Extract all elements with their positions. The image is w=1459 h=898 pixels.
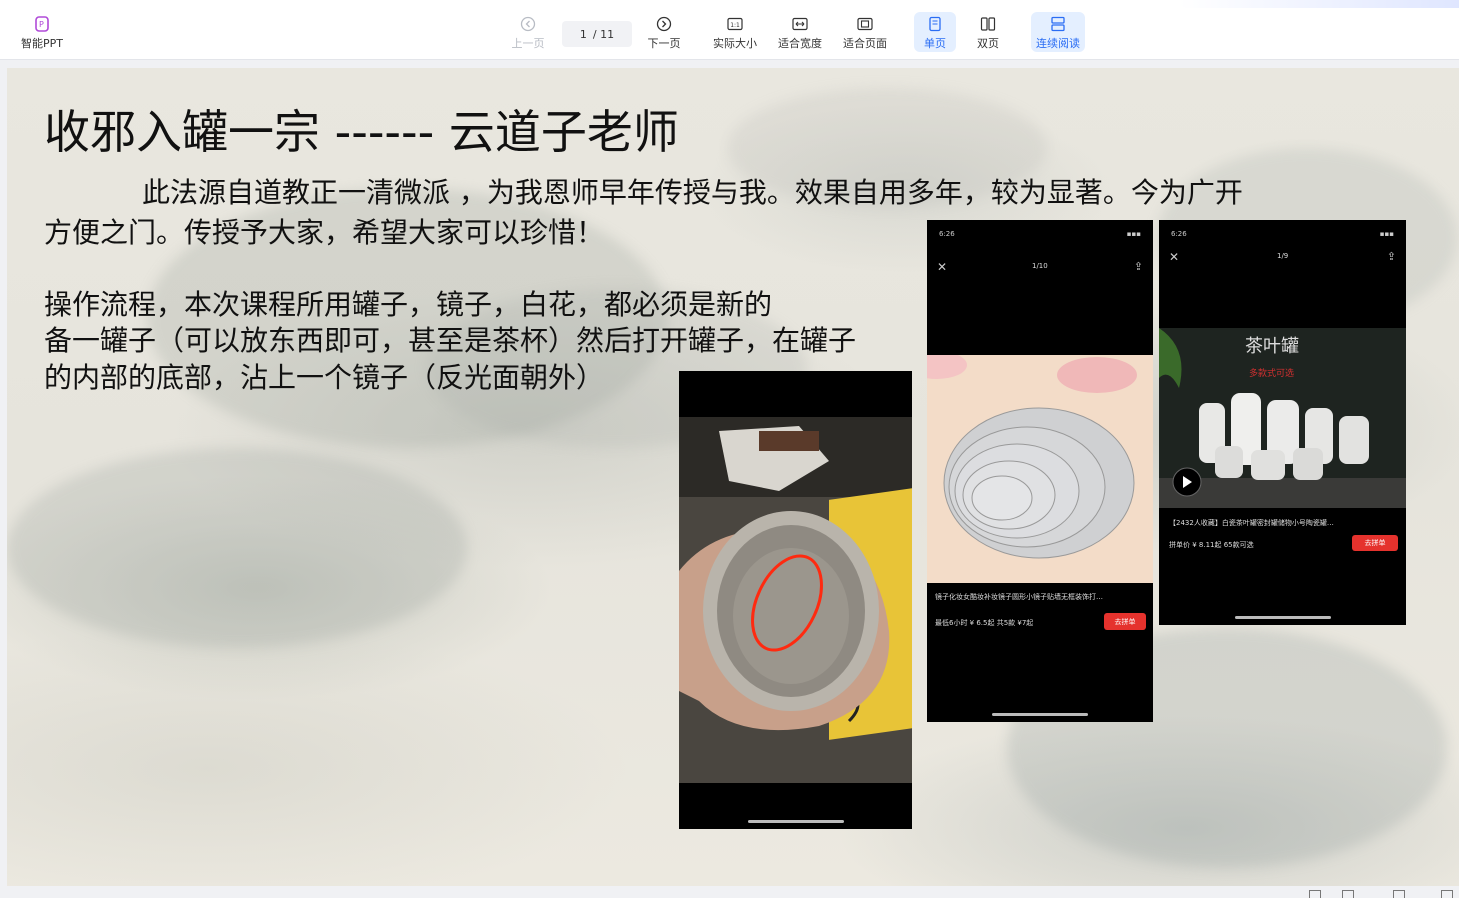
double-page-button[interactable]: 双页 — [967, 12, 1009, 52]
smart-ppt-icon: P — [35, 16, 49, 32]
double-page-label: 双页 — [977, 37, 999, 50]
phone-nav-bar — [992, 713, 1088, 716]
prev-page-button[interactable]: 上一页 — [508, 12, 548, 52]
image-counter: 1/9 — [1277, 252, 1289, 260]
grid-view-icon[interactable] — [1342, 890, 1354, 898]
single-page-button[interactable]: 单页 — [914, 12, 956, 52]
jar-banner-title: 茶叶罐 — [1245, 336, 1299, 357]
share-icon: ⇪ — [1133, 260, 1143, 273]
continuous-read-button[interactable]: 连续阅读 — [1031, 12, 1085, 52]
page-total: / 11 — [592, 27, 615, 41]
cup-photo-image — [679, 417, 912, 829]
phone-status-bar: 6:26 ▪▪▪ — [1159, 220, 1406, 248]
product-desc: 镜子化妆女酷妆补妆镜子圆形小镜子贴墙无框装饰打… — [935, 593, 1103, 601]
actual-size-label: 实际大小 — [713, 37, 757, 50]
jar-product-screenshot: 6:26 ▪▪▪ ✕ 1/9 ⇪ 茶叶罐 多款式可选 【2432人收藏】白瓷茶叶… — [1159, 220, 1406, 625]
layout-icon[interactable] — [1393, 890, 1405, 898]
next-page-label: 下一页 — [647, 37, 681, 50]
actual-size-icon-text: 1:1 — [730, 22, 740, 29]
chevron-left-circle-icon — [520, 16, 536, 32]
actual-size-icon: 1:1 — [727, 17, 743, 31]
continuous-read-label: 连续阅读 — [1036, 37, 1080, 50]
next-page-button[interactable]: 下一页 — [644, 12, 684, 52]
status-time: 6:26 — [939, 230, 955, 238]
single-page-icon — [929, 16, 941, 32]
product-price: 拼单价 ¥ 8.11起 65款可选 — [1169, 541, 1254, 549]
fit-page-button[interactable]: 适合页面 — [839, 12, 891, 52]
image-counter: 1/10 — [1032, 262, 1048, 270]
steps-text-line3: 的内部的底部，沾上一个镜子（反光面朝外） — [44, 361, 605, 394]
mirror-product-screenshot: 6:26 ▪▪▪ ✕ 1/10 ⇪ 镜子化妆女酷妆补妆镜子圆形小镜子贴墙无框装饰… — [927, 220, 1153, 722]
slide-page: 收邪入罐一宗 ------ 云道子老师 此法源自道教正一清微派 ，为我恩师早年传… — [7, 68, 1459, 886]
steps-text-line1: 操作流程，本次课程所用罐子，镜子，白花，都必须是新的 — [44, 288, 773, 321]
cup-photo — [679, 371, 912, 829]
single-page-label: 单页 — [924, 37, 946, 50]
svg-text:P: P — [39, 20, 44, 29]
page-indicator[interactable]: 1 / 11 — [562, 21, 632, 47]
page-current[interactable]: 1 — [580, 28, 587, 41]
intro-text-line1: 此法源自道教正一清微派 ，为我恩师早年传授与我。效果自用多年，较为显著。今为广开 — [142, 176, 1243, 209]
bottom-status-bar — [0, 886, 1459, 898]
fit-page-icon — [857, 17, 873, 31]
slide-title: 收邪入罐一宗 ------ 云道子老师 — [44, 105, 679, 159]
status-time: 6:26 — [1171, 230, 1187, 238]
background-mountain — [7, 448, 467, 648]
view-mode-icon[interactable] — [1309, 890, 1321, 898]
buy-button[interactable]: 去拼单 — [1352, 535, 1398, 551]
mirror-product-image — [927, 355, 1153, 583]
phone-nav-bar — [1234, 616, 1331, 619]
double-page-icon — [980, 17, 996, 31]
fullscreen-icon[interactable] — [1441, 890, 1453, 898]
buy-button[interactable]: 去拼单 — [1104, 613, 1146, 630]
product-desc: 【2432人收藏】白瓷茶叶罐密封罐储物小号陶瓷罐… — [1169, 519, 1334, 527]
prev-page-label: 上一页 — [511, 37, 545, 50]
close-icon: ✕ — [937, 260, 948, 274]
steps-text-line2: 备一罐子（可以放东西即可，甚至是茶杯）然后打开罐子，在罐子 — [44, 324, 857, 357]
product-price: 最低6小时 ¥ 6.5起 共5款 ¥7起 — [935, 619, 1034, 627]
fit-width-label: 适合宽度 — [778, 37, 822, 50]
phone-status-bar: 6:26 ▪▪▪ — [927, 220, 1153, 248]
fit-width-button[interactable]: 适合宽度 — [774, 12, 826, 52]
phone-nav-bar — [747, 820, 844, 823]
chevron-right-circle-icon — [656, 16, 672, 32]
share-icon: ⇪ — [1386, 250, 1396, 263]
continuous-read-icon — [1051, 16, 1065, 32]
actual-size-button[interactable]: 1:1 实际大小 — [709, 12, 761, 52]
smart-ppt-button[interactable]: P 智能PPT — [14, 16, 70, 51]
fit-page-label: 适合页面 — [843, 37, 887, 50]
status-icons: ▪▪▪ — [1126, 230, 1141, 238]
toolbar: P 智能PPT 上一页 1 / 11 下一页 1:1 实际大小 适合宽度 适合页… — [0, 0, 1459, 60]
close-icon: ✕ — [1169, 250, 1180, 264]
status-icons: ▪▪▪ — [1379, 230, 1394, 238]
jar-banner-subtitle: 多款式可选 — [1249, 369, 1295, 379]
top-decoration — [1179, 0, 1459, 8]
intro-text-line2: 方便之门。传授予大家，希望大家可以珍惜！ — [44, 216, 605, 249]
smart-ppt-label: 智能PPT — [21, 37, 63, 50]
fit-width-icon — [792, 17, 808, 31]
